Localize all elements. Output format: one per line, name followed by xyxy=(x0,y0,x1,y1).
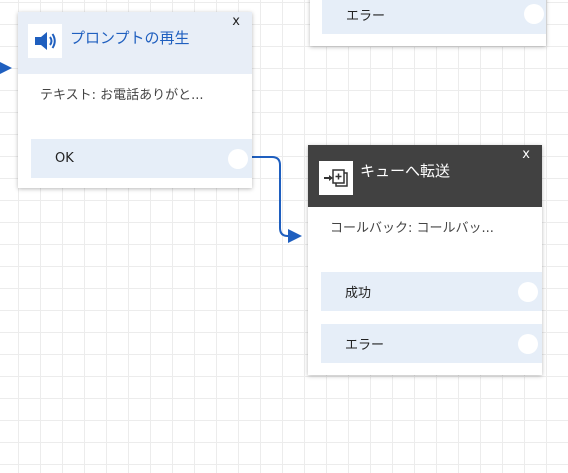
branch-port[interactable] xyxy=(228,148,248,169)
incoming-arrow xyxy=(0,62,12,74)
branch-port[interactable] xyxy=(518,281,538,302)
branch-port[interactable] xyxy=(518,333,538,354)
block-header: プロンプトの再生 x xyxy=(18,12,252,74)
block-play-prompt[interactable]: プロンプトの再生 x テキスト: お電話ありがと... OK xyxy=(18,12,252,188)
branch-success[interactable]: 成功 xyxy=(321,272,542,311)
block-parameter-text: テキスト: お電話ありがと... xyxy=(40,88,204,103)
branch-error-label: エラー xyxy=(346,8,386,24)
branch-ok-label: OK xyxy=(55,151,74,166)
branch-error[interactable]: エラー xyxy=(321,324,542,363)
block-title: プロンプトの再生 xyxy=(70,29,190,47)
branch-port[interactable] xyxy=(524,4,544,24)
block-title: キューへ転送 xyxy=(360,162,451,180)
speaker-icon xyxy=(28,24,62,58)
block-partial-top-right[interactable]: エラー xyxy=(310,0,546,46)
branch-success-label: 成功 xyxy=(345,286,372,301)
close-button[interactable]: x xyxy=(522,147,530,162)
close-button[interactable]: x xyxy=(232,14,240,29)
connector-ok-to-queue xyxy=(250,156,292,237)
block-header: キューへ転送 x xyxy=(308,145,542,207)
block-parameter-text: コールバック: コールバッ... xyxy=(330,221,494,236)
block-transfer-to-queue[interactable]: キューへ転送 x コールバック: コールバッ... 成功 エラー xyxy=(308,145,542,375)
connector-arrowhead xyxy=(288,229,302,243)
branch-ok[interactable]: OK xyxy=(31,139,252,178)
branch-error[interactable]: エラー xyxy=(322,0,546,34)
transfer-to-queue-icon xyxy=(319,161,353,195)
branch-error-label: エラー xyxy=(345,338,385,353)
